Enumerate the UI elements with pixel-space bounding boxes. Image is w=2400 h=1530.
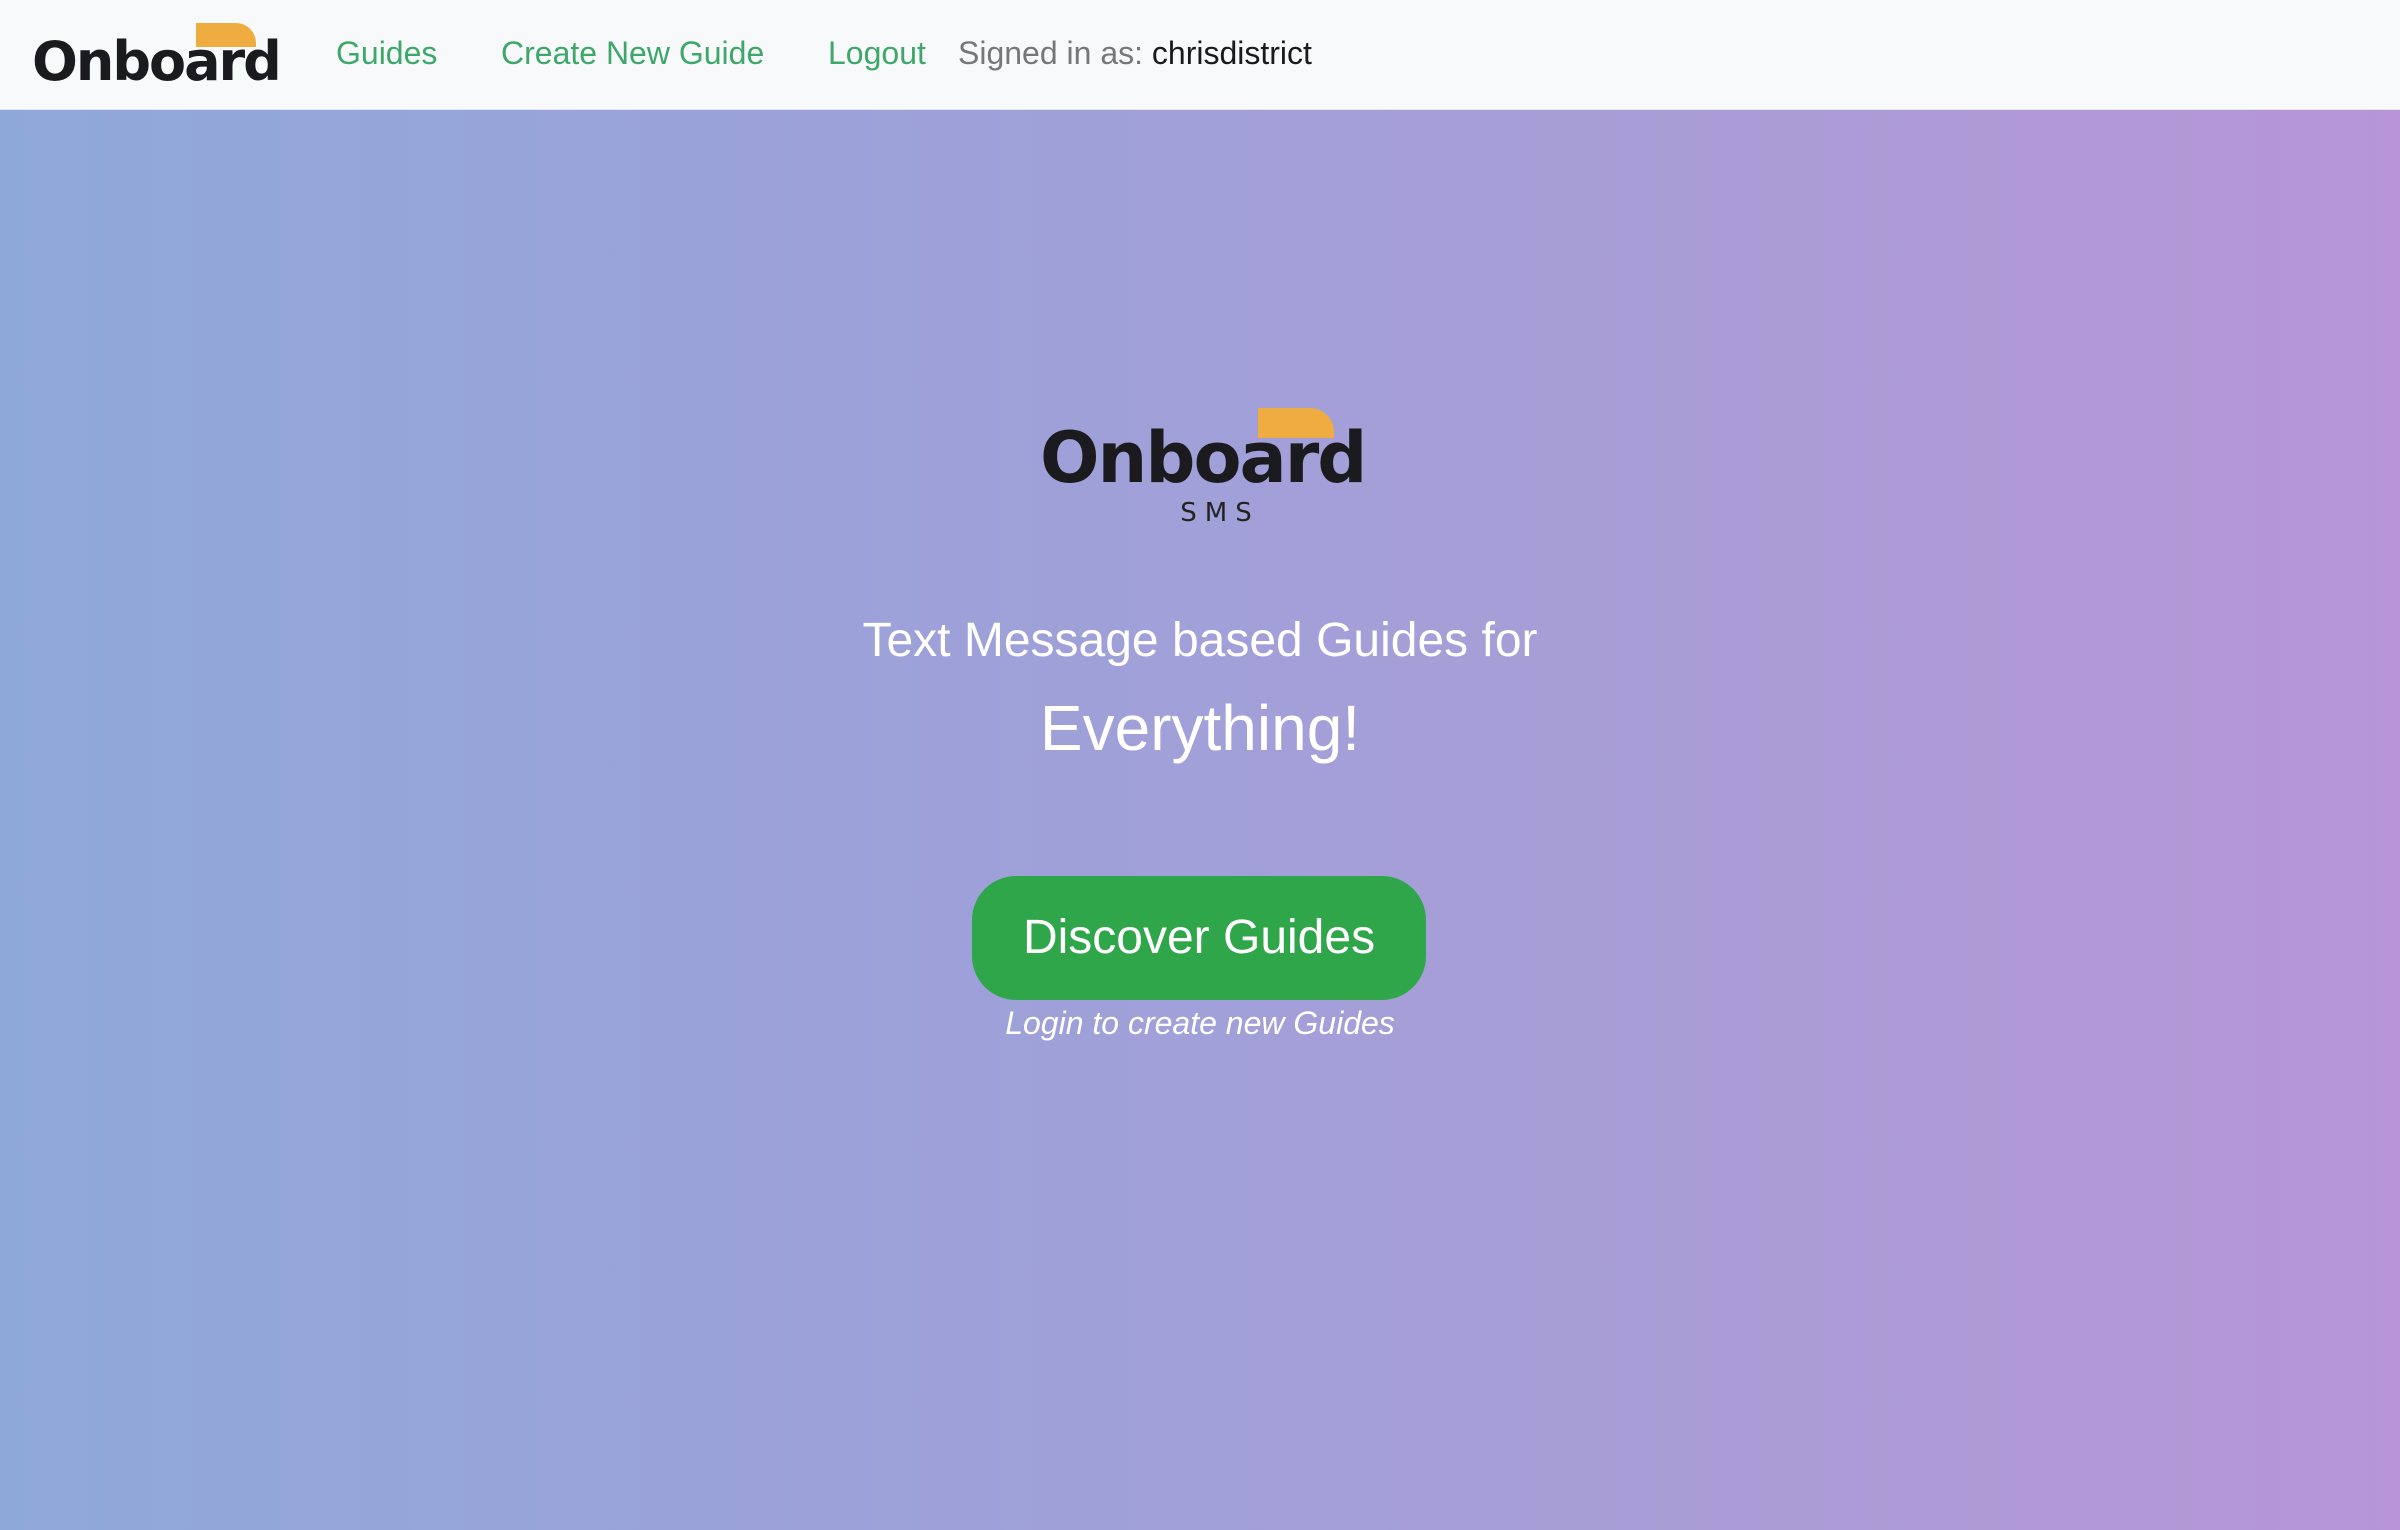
signed-in-label: Signed in as: bbox=[958, 35, 1144, 71]
nav-link-guides[interactable]: Guides bbox=[336, 32, 437, 74]
top-navbar: Onboard Guides Create New Guide Logout S… bbox=[0, 0, 2400, 110]
signed-in-status: Signed in as: chrisdistrict bbox=[958, 32, 1312, 74]
hero-tagline: Text Message based Guides for bbox=[862, 614, 1538, 667]
nav-link-create-new-guide[interactable]: Create New Guide bbox=[501, 32, 764, 74]
hero-section: Onboard SMS Text Message based Guides fo… bbox=[0, 110, 2400, 1530]
hero-logo: Onboard SMS bbox=[1040, 408, 1367, 538]
hero-tagline-emphasis: Everything! bbox=[1039, 692, 1361, 764]
brand-logo[interactable]: Onboard bbox=[32, 18, 282, 92]
discover-guides-button[interactable]: Discover Guides bbox=[972, 876, 1426, 1000]
brand-wordmark: Onboard bbox=[32, 30, 282, 93]
hero-logo-wordmark: Onboard bbox=[1040, 417, 1367, 499]
hero-logo-subtitle: SMS bbox=[1180, 498, 1260, 528]
nav-link-logout[interactable]: Logout bbox=[828, 32, 926, 74]
signed-in-username: chrisdistrict bbox=[1151, 35, 1312, 71]
login-note: Login to create new Guides bbox=[1005, 1005, 1395, 1041]
